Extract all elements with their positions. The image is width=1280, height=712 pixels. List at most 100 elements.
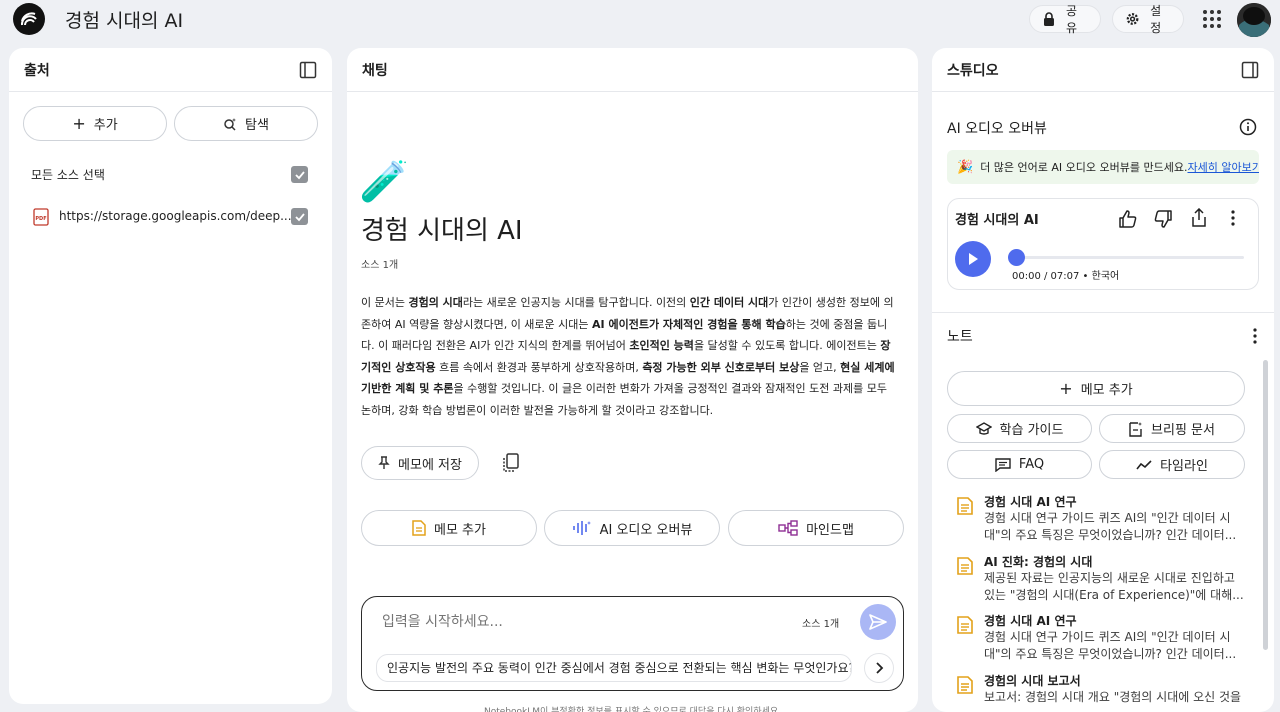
more-vert-icon[interactable]: [1252, 327, 1258, 345]
play-icon: [969, 253, 978, 265]
input-source-count: 소스 1개: [802, 619, 840, 630]
note-icon: [957, 557, 973, 575]
settings-label: 설정: [1150, 4, 1162, 35]
briefing-doc-label: 브리핑 문서: [1151, 423, 1215, 438]
player-title: 경험 시대의 AI: [955, 213, 1039, 228]
info-icon[interactable]: [1239, 118, 1257, 136]
next-suggestion-button[interactable]: [864, 653, 894, 683]
avatar[interactable]: [1237, 3, 1271, 37]
studio-panel: 스튜디오 AI 오디오 오버뷰 🎉 더 많은 언어로 AI 오디오 오버뷰를 만…: [932, 48, 1274, 712]
faq-button[interactable]: FAQ: [947, 450, 1092, 479]
audio-player-card: 경험 시대의 AI 00:00 / 07:07 • 한국어: [947, 198, 1259, 290]
chat-panel: 채팅 🧪 경험 시대의 AI 소스 1개 이 문서는 경험의 시대라는 새로운 …: [347, 48, 918, 712]
add-note-label: 메모 추가: [434, 522, 486, 538]
settings-button[interactable]: 설정: [1112, 4, 1184, 35]
chat-input[interactable]: [382, 611, 782, 633]
summary-segment: 을 달성할 수 있도록 합니다. 에이전트는: [693, 339, 881, 352]
add-source-label: 추가: [93, 118, 118, 133]
note-title: AI 진화: 경험의 시대: [984, 555, 1093, 569]
note-preview-line: 경험 시대 연구 가이드 퀴즈 AI의 "인간 데이터 시: [984, 511, 1231, 525]
audio-overview-label: AI 오디오 오버뷰: [599, 522, 693, 538]
note-preview-line: 보고서: 경험의 시대 개요 "경험의 시대에 오신 것을: [984, 690, 1242, 704]
briefing-doc-button[interactable]: 브리핑 문서: [1099, 414, 1245, 443]
checkmark-icon: [294, 212, 305, 221]
summary-segment: 라는 새로운 인공지능 시대를 탐구합니다. 이전의: [462, 296, 690, 309]
more-vert-icon[interactable]: [1230, 209, 1236, 227]
mindmap-button[interactable]: 마인드맵: [728, 510, 904, 546]
note-icon: [957, 616, 973, 634]
source-item-checkbox[interactable]: [291, 208, 308, 225]
gear-icon: [1126, 13, 1139, 25]
pdf-badge-text: PDF: [35, 216, 46, 222]
search-spark-icon: [224, 117, 237, 131]
audio-overview-button[interactable]: AI 오디오 오버뷰: [544, 510, 720, 546]
notes-scrollbar[interactable]: [1263, 360, 1268, 650]
note-item[interactable]: 경험 시대 AI 연구 경험 시대 연구 가이드 퀴즈 AI의 "인간 데이터 시…: [952, 612, 1252, 664]
lock-icon: [1043, 12, 1054, 26]
study-guide-label: 학습 가이드: [999, 423, 1064, 438]
note-preview: 제공된 자료는 인공지능의 새로운 시대로 진입하고 있는 "경험의 시대(Era…: [984, 570, 1244, 604]
note-preview: 경험 시대 연구 가이드 퀴즈 AI의 "인간 데이터 시 대"의 주요 특징은 …: [984, 629, 1239, 663]
note-title: 경험의 시대 보고서: [984, 674, 1081, 688]
timeline-label: 타임라인: [1160, 459, 1208, 474]
add-memo-button[interactable]: + 메모 추가: [947, 371, 1245, 406]
note-preview: 경험 시대 연구 가이드 퀴즈 AI의 "인간 데이터 시 대"의 주요 특징은 …: [984, 510, 1239, 544]
player-lang: 한국어: [1091, 271, 1120, 282]
suggested-question-chip[interactable]: 인공지능 발전의 주요 동력이 인간 중심에서 경험 중심으로 전환되는 핵심 …: [376, 654, 852, 682]
banner-text: 더 많은 언어로 AI 오디오 오버뷰를 만드세요.: [980, 161, 1188, 174]
audio-overview-title: AI 오디오 오버뷰: [947, 121, 1047, 137]
note-item[interactable]: 경험 시대 AI 연구 경험 시대 연구 가이드 퀴즈 AI의 "인간 데이터 시…: [952, 493, 1252, 545]
sources-title: 출처: [24, 62, 50, 79]
play-button[interactable]: [955, 241, 991, 277]
notebooklm-logo-icon[interactable]: [13, 3, 45, 35]
study-guide-button[interactable]: 학습 가이드: [947, 414, 1092, 443]
studio-title: 스튜디오: [947, 62, 999, 79]
explore-button[interactable]: 탐색: [174, 106, 318, 141]
audio-progress-thumb[interactable]: [1008, 249, 1025, 266]
plus-icon: +: [1059, 379, 1073, 398]
note-item[interactable]: 경험의 시대 보고서보고서: 경험의 시대 개요 "경험의 시대에 오신 것을: [952, 672, 1252, 712]
note-preview: 보고서: 경험의 시대 개요 "경험의 시대에 오신 것을: [984, 689, 1242, 706]
share-button[interactable]: 공유: [1029, 4, 1101, 35]
player-time: 00:00 / 07:07: [1012, 271, 1080, 282]
note-item[interactable]: AI 진화: 경험의 시대 제공된 자료는 인공지능의 새로운 시대로 진입하고 있…: [952, 553, 1252, 605]
thumbs-up-icon[interactable]: [1118, 209, 1138, 229]
select-all-label: 모든 소스 선택: [31, 168, 105, 182]
chat-input-box: 소스 1개 인공지능 발전의 주요 동력이 인간 중심에서 경험 중심으로 전환…: [361, 596, 904, 691]
learn-more-link[interactable]: 자세히 알아보기: [1187, 159, 1259, 175]
add-note-button[interactable]: 메모 추가: [361, 510, 537, 546]
timeline-button[interactable]: 타임라인: [1099, 450, 1245, 479]
share-label: 공유: [1065, 4, 1078, 35]
audio-progress-track[interactable]: [1008, 249, 1244, 266]
add-memo-label: 메모 추가: [1080, 383, 1133, 398]
share-icon[interactable]: [1190, 208, 1208, 228]
summary-segment: 을 얻고,: [799, 360, 841, 374]
send-button[interactable]: [860, 604, 896, 640]
summary-segment: 이 문서는: [361, 296, 409, 309]
note-icon: [412, 520, 426, 536]
divider: [932, 312, 1274, 313]
note-preview-line: 경험 시대 연구 가이드 퀴즈 AI의 "인간 데이터 시: [984, 630, 1231, 644]
source-count: 소스 1개: [361, 260, 399, 271]
source-item[interactable]: PDF https://storage.googleapis.com/deep.…: [31, 208, 331, 228]
summary-segment: AI 에이전트가 자체적인 경험을 통해 학습: [592, 317, 786, 331]
collapse-panel-icon[interactable]: [1241, 61, 1259, 79]
apps-grid-icon[interactable]: [1203, 10, 1221, 28]
notebook-emoji: 🧪: [359, 159, 409, 205]
select-all-checkbox[interactable]: [291, 166, 308, 183]
note-icon: [957, 497, 973, 515]
explore-label: 탐색: [245, 118, 269, 133]
player-time-lang: 00:00 / 07:07 • 한국어: [1012, 271, 1120, 282]
copy-icon[interactable]: [502, 453, 520, 473]
audio-wave-icon: [572, 521, 591, 535]
note-title: 경험 시대 AI 연구: [984, 495, 1077, 509]
graduation-cap-icon: [975, 421, 992, 435]
save-to-note-button[interactable]: 메모에 저장: [361, 446, 479, 480]
notebook-title[interactable]: 경험 시대의 AI: [65, 6, 183, 33]
collapse-panel-icon[interactable]: [299, 61, 317, 79]
thumbs-down-icon[interactable]: [1153, 209, 1173, 229]
mindmap-icon: [778, 520, 798, 536]
add-source-button[interactable]: + 추가: [23, 106, 167, 141]
faq-chat-icon: [995, 457, 1011, 472]
pin-icon: [378, 456, 390, 469]
